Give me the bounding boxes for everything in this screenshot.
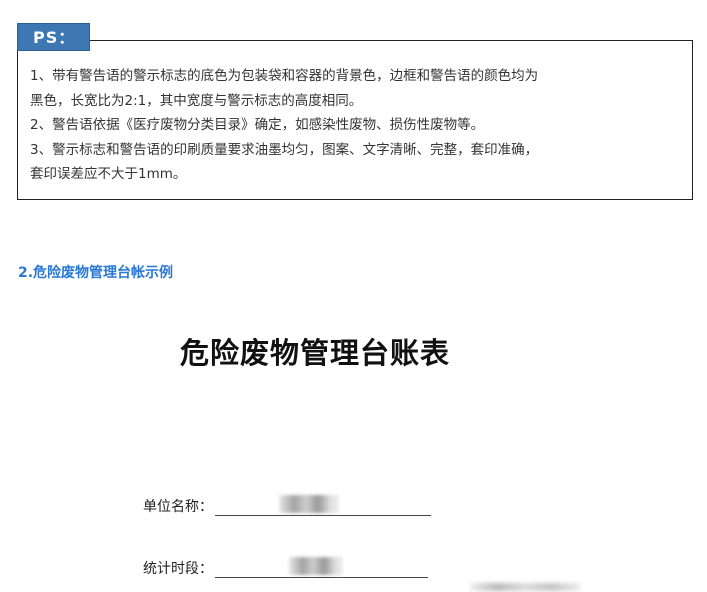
redacted-value xyxy=(279,495,339,513)
section-heading: 2.危险废物管理台帐示例 xyxy=(18,265,174,281)
ps-line: 黑色，长宽比为2:1，其中宽度与警示标志的高度相同。 xyxy=(30,92,363,109)
ps-note-text: 1、带有警告语的警示标志的底色为包装袋和容器的背景色，边框和警告语的颜色均为 黑… xyxy=(30,64,680,187)
document-title: 危险废物管理台账表 xyxy=(180,336,451,370)
unit-name-blank xyxy=(215,495,431,516)
ps-tag-label: PS： xyxy=(33,28,76,47)
statistics-period-blank xyxy=(215,557,428,578)
ps-line: 3、警示标志和警告语的印刷质量要求油墨均匀，图案、文字清晰、完整，套印准确， xyxy=(30,141,539,158)
ps-line: 1、带有警告语的警示标志的底色为包装袋和容器的背景色，边框和警告语的颜色均为 xyxy=(30,68,539,84)
ps-line: 2、警告语依据《医疗废物分类目录》确定，如感染性废物、损伤性废物等。 xyxy=(30,117,485,133)
ps-tag: PS： xyxy=(17,23,90,51)
ps-line: 套印误差应不大于1mm。 xyxy=(30,166,187,182)
statistics-period-label: 统计时段： xyxy=(143,561,213,577)
unit-name-label: 单位名称： xyxy=(143,499,213,515)
unit-name-field: 单位名称： xyxy=(143,495,431,516)
redacted-text-fragment xyxy=(470,583,580,591)
statistics-period-field: 统计时段： xyxy=(143,557,428,578)
redacted-value xyxy=(289,557,343,575)
